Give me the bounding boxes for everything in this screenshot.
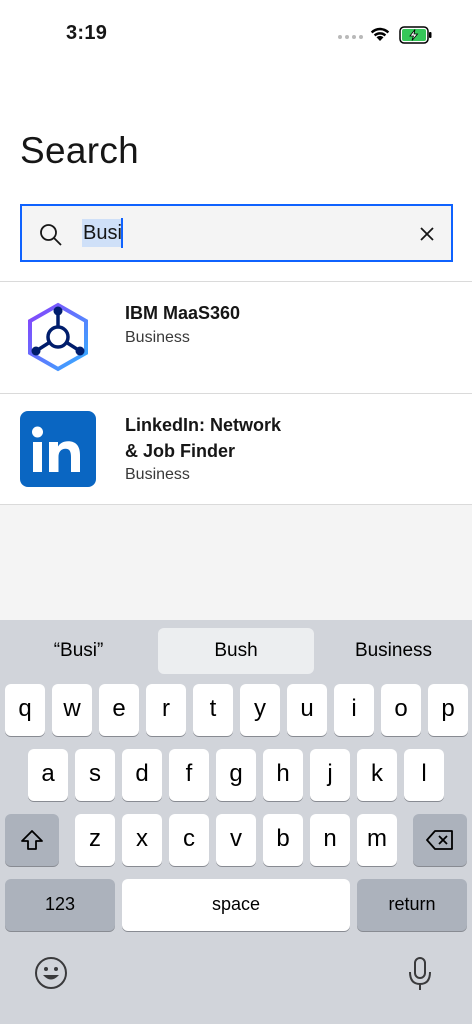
- key-f[interactable]: f: [169, 749, 209, 801]
- status-time: 3:19: [66, 22, 108, 44]
- key-r[interactable]: r: [146, 684, 186, 736]
- shift-icon: [21, 830, 43, 850]
- suggestion-bar: “Busi” Bush Business: [0, 620, 472, 680]
- key-z[interactable]: z: [75, 814, 115, 866]
- maas360-logo-icon: [28, 302, 88, 372]
- key-v[interactable]: v: [216, 814, 256, 866]
- linkedin-logo-icon: [20, 411, 96, 487]
- key-h[interactable]: h: [263, 749, 303, 801]
- key-e[interactable]: e: [99, 684, 139, 736]
- search-input[interactable]: Busi: [20, 204, 453, 262]
- key-n[interactable]: n: [310, 814, 350, 866]
- status-bar: 3:19: [0, 0, 472, 70]
- search-input-value: Busi: [82, 219, 123, 247]
- app-category: Business: [125, 466, 190, 483]
- key-y[interactable]: y: [240, 684, 280, 736]
- key-g[interactable]: g: [216, 749, 256, 801]
- key-j[interactable]: j: [310, 749, 350, 801]
- key-t[interactable]: t: [193, 684, 233, 736]
- battery-charging-icon: [399, 26, 432, 44]
- key-w[interactable]: w: [52, 684, 92, 736]
- suggestion-business[interactable]: Business: [315, 628, 472, 674]
- key-u[interactable]: u: [287, 684, 327, 736]
- app-category: Business: [125, 329, 190, 346]
- key-p[interactable]: p: [428, 684, 468, 736]
- page-title: Search: [20, 130, 140, 171]
- key-c[interactable]: c: [169, 814, 209, 866]
- list-item[interactable]: IBM MaaS360 Business: [0, 282, 472, 393]
- list-item[interactable]: LinkedIn: Network & Job Finder Business: [0, 394, 472, 504]
- empty-area: [0, 505, 472, 620]
- key-l[interactable]: l: [404, 749, 444, 801]
- key-m[interactable]: m: [357, 814, 397, 866]
- cellular-signal-icon: [338, 35, 363, 39]
- key-a[interactable]: a: [28, 749, 68, 801]
- numbers-key[interactable]: 123: [5, 879, 115, 931]
- clear-icon[interactable]: [419, 226, 435, 242]
- return-key[interactable]: return: [357, 879, 467, 931]
- key-o[interactable]: o: [381, 684, 421, 736]
- search-icon: [40, 224, 62, 246]
- text-caret: [121, 218, 123, 248]
- app-name: LinkedIn: Network: [125, 415, 282, 435]
- delete-key[interactable]: [413, 814, 467, 866]
- emoji-icon[interactable]: [34, 956, 68, 990]
- shift-key[interactable]: [5, 814, 59, 866]
- key-q[interactable]: q: [5, 684, 45, 736]
- suggestion-literal[interactable]: “Busi”: [0, 628, 157, 674]
- key-b[interactable]: b: [263, 814, 303, 866]
- key-x[interactable]: x: [122, 814, 162, 866]
- key-s[interactable]: s: [75, 749, 115, 801]
- app-name-line2: & Job Finder: [125, 441, 236, 461]
- key-d[interactable]: d: [122, 749, 162, 801]
- results-list: IBM MaaS360 Business LinkedIn: Network &…: [0, 281, 472, 505]
- keyboard: “Busi” Bush Business q w e r t y u i o p…: [0, 620, 472, 1024]
- microphone-icon[interactable]: [408, 956, 432, 992]
- key-k[interactable]: k: [357, 749, 397, 801]
- suggestion-bush[interactable]: Bush: [158, 628, 314, 674]
- wifi-icon: [370, 27, 390, 41]
- backspace-icon: [426, 830, 453, 850]
- key-i[interactable]: i: [334, 684, 374, 736]
- space-key[interactable]: space: [122, 879, 350, 931]
- app-name: IBM MaaS360: [125, 303, 241, 323]
